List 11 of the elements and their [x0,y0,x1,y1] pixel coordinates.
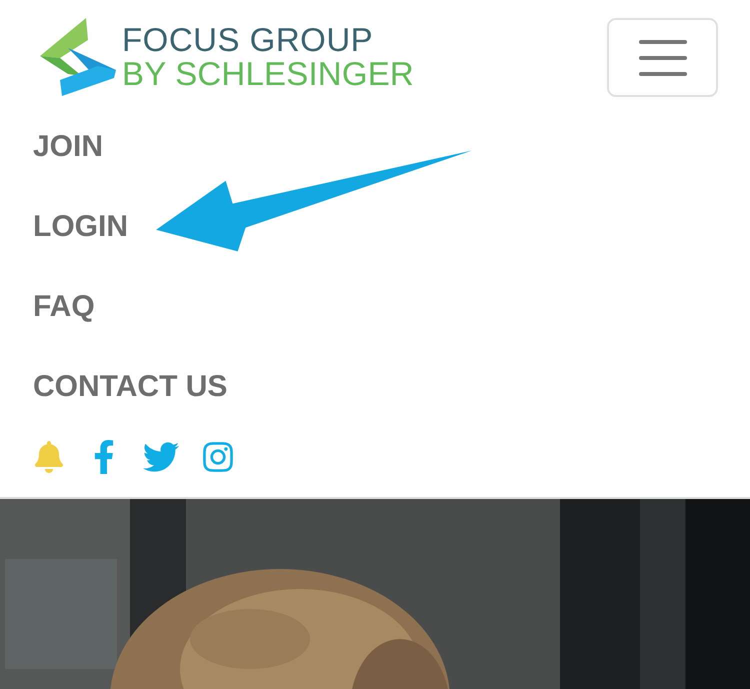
bell-icon[interactable] [33,441,65,473]
menu-icon [638,38,686,76]
menu-button[interactable] [607,18,718,97]
nav-link[interactable]: FAQ [33,267,95,347]
logo-icon [38,18,118,96]
camera-icon[interactable] [201,440,235,474]
logo-title: FOCUS GROUP [122,23,374,57]
logo-subtitle: BY SCHLESINGER [122,57,414,91]
nav-link[interactable]: CONTACT US [33,347,228,427]
nav-link[interactable]: JOIN [33,107,104,187]
nav-link[interactable]: LOGIN [33,187,128,267]
